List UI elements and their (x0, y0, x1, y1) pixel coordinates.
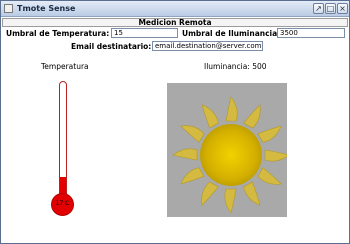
illuminance-caption: Iluminancia: 500 (204, 62, 267, 71)
temperature-threshold-input[interactable]: 15 (111, 28, 178, 38)
sun-ray (264, 149, 287, 162)
sun-ray (243, 104, 261, 129)
temperature-reading: 17 C (55, 200, 70, 207)
illuminance-threshold-input[interactable]: 3500 (277, 28, 345, 38)
restore-button[interactable]: ↗ (313, 3, 324, 14)
sun-ray (243, 181, 261, 206)
illuminance-panel (167, 83, 287, 217)
sun-ray (257, 167, 282, 185)
temperature-caption: Temperatura (41, 62, 89, 71)
title-bar[interactable]: Tmote Sense ↗ □ × (1, 1, 349, 17)
close-button[interactable]: × (337, 3, 348, 14)
email-label: Email destinatario: (71, 42, 152, 51)
sun-ray (257, 125, 282, 143)
thermometer-tube (59, 81, 67, 199)
email-input[interactable]: email.destination@server.com (152, 41, 263, 51)
sun-ray (201, 104, 219, 129)
app-icon (4, 4, 13, 13)
illuminance-threshold-label: Umbral de Iluminancia: (182, 29, 281, 38)
sun-ray (180, 167, 205, 185)
app-window: Tmote Sense ↗ □ × Medicion Remota Umbral… (0, 0, 350, 244)
temperature-threshold-label: Umbral de Temperatura: (6, 29, 110, 38)
sun-ray (225, 96, 238, 122)
sun-ray (172, 148, 198, 161)
sun-icon (172, 96, 287, 214)
section-header: Medicion Remota (2, 18, 348, 27)
maximize-button[interactable]: □ (325, 3, 336, 14)
sun-ray (201, 181, 219, 206)
window-title: Tmote Sense (17, 4, 76, 13)
sun-ray (224, 188, 237, 214)
sun-ray (180, 125, 205, 143)
sun-core (200, 124, 262, 186)
